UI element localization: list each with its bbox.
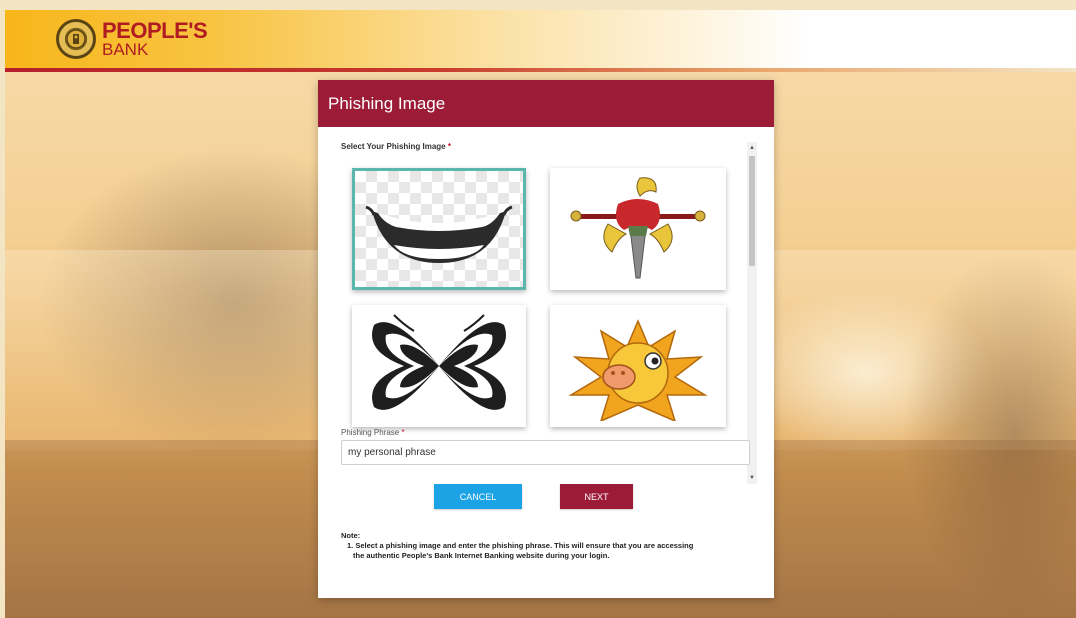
note-title: Note:: [341, 531, 361, 540]
gallery-scrollbar[interactable]: ▲ ▼: [747, 142, 757, 484]
note-item-1-continued: the authentic People's Bank Internet Ban…: [353, 551, 610, 560]
required-mark: *: [447, 142, 451, 151]
image-option-butterfly[interactable]: [352, 305, 526, 427]
bank-seal-icon: [56, 19, 96, 59]
scroll-up-arrow-icon[interactable]: ▲: [749, 144, 755, 152]
scroll-thumb[interactable]: [749, 156, 755, 266]
image-option-sun[interactable]: [550, 305, 726, 427]
image-option-smile[interactable]: [352, 168, 526, 290]
phishing-image-dialog: Phishing Image Select Your Phishing Imag…: [318, 80, 774, 598]
logo-subtitle: BANK: [102, 40, 149, 59]
phrase-label-text: Phishing Phrase: [341, 428, 400, 437]
bank-logo[interactable]: PEOPLE'S BANK: [56, 16, 208, 62]
logo-title: PEOPLE'S: [102, 18, 208, 43]
phrase-label: Phishing Phrase *: [341, 428, 405, 437]
scroll-down-arrow-icon[interactable]: ▼: [749, 474, 755, 482]
cancel-button[interactable]: CANCEL: [434, 484, 522, 509]
next-button[interactable]: NEXT: [560, 484, 633, 509]
dialog-header: Phishing Image: [318, 80, 774, 127]
sun-face-icon: [568, 319, 708, 421]
phrase-required-mark: *: [401, 428, 405, 437]
logo-text: PEOPLE'S BANK: [102, 18, 208, 59]
image-option-emblem[interactable]: [550, 168, 726, 290]
smile-mouth-icon: [365, 205, 513, 263]
heraldic-emblem-icon: [570, 177, 706, 279]
note-section: Note: 1. Select a phishing image and ent…: [341, 531, 761, 561]
phishing-phrase-input[interactable]: [341, 440, 750, 465]
header-divider: [5, 68, 1076, 72]
phishing-image-gallery: [341, 160, 756, 486]
image-label-text: Select Your Phishing Image: [341, 142, 446, 151]
image-section-label: Select Your Phishing Image *: [341, 142, 451, 151]
butterfly-icon: [372, 314, 506, 410]
dialog-title: Phishing Image: [328, 93, 446, 113]
note-item-1: 1. Select a phishing image and enter the…: [347, 541, 694, 550]
